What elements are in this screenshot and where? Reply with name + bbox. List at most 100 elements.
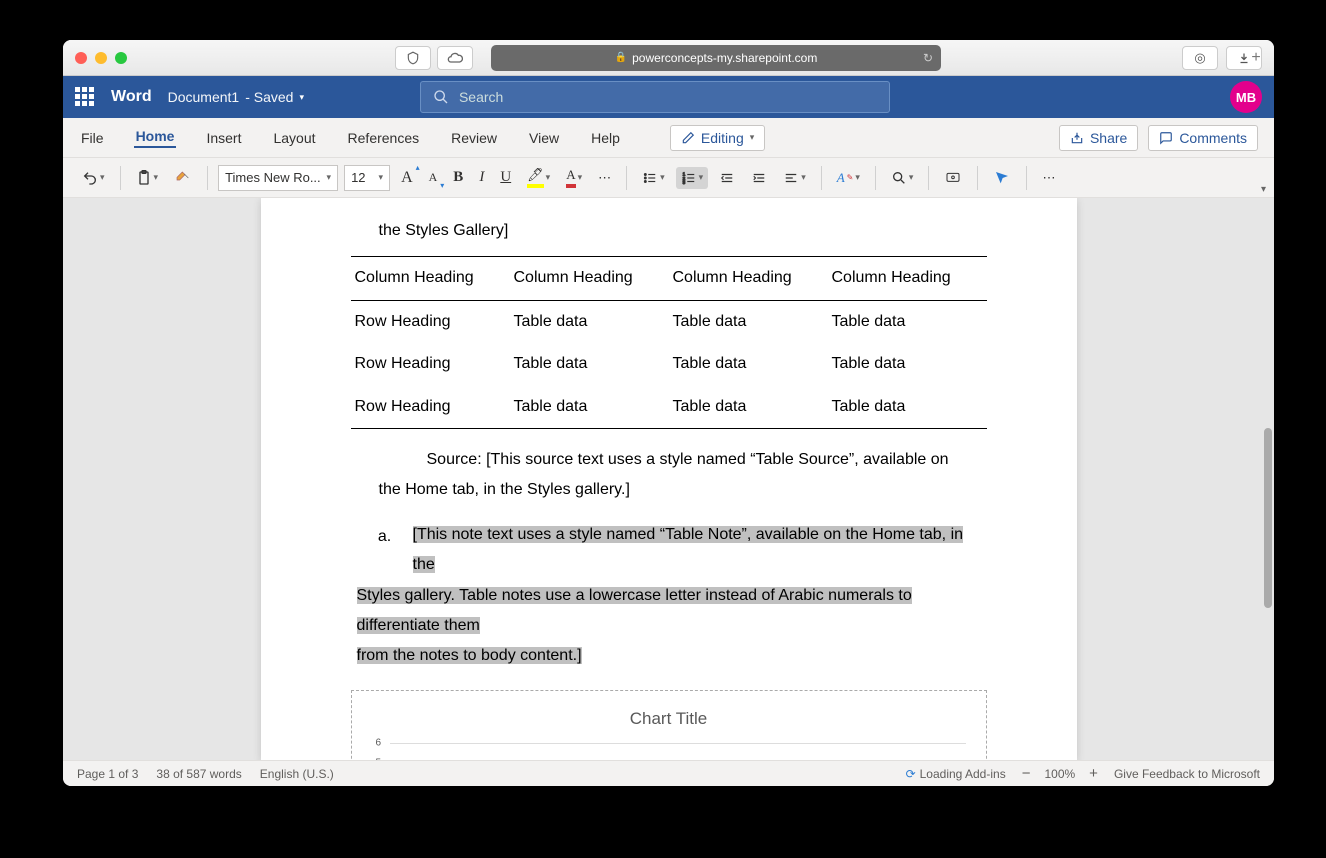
table-cell: Table data (669, 386, 828, 429)
paste-button[interactable]: ▾ (131, 165, 164, 191)
chart-plot-area: 23456 (390, 743, 966, 760)
comments-button[interactable]: Comments (1148, 125, 1258, 151)
font-family-select[interactable]: Times New Ro...▾ (218, 165, 338, 191)
italic-button[interactable]: I (474, 165, 489, 190)
tab-references[interactable]: References (346, 130, 422, 146)
app-window: 🔒 powerconcepts-my.sharepoint.com ↻ ◎ + … (63, 40, 1274, 786)
new-tab-button[interactable]: + (1244, 46, 1268, 70)
table-cell: Row Heading (351, 300, 510, 343)
bold-button[interactable]: B (448, 165, 468, 190)
zoom-control: − 100% + (1022, 765, 1098, 782)
url-host: powerconcepts-my.sharepoint.com (632, 51, 817, 65)
bar-group (806, 743, 898, 760)
app-name[interactable]: Word (111, 88, 152, 106)
table-note: a. [This note text uses a style named “T… (351, 520, 987, 581)
tab-help[interactable]: Help (589, 130, 622, 146)
bar-group (542, 743, 634, 760)
document-title-group[interactable]: Document1 - Saved ▾ (168, 89, 304, 105)
grow-font-button[interactable]: A▴ (396, 165, 418, 191)
shrink-font-button[interactable]: A▾ (424, 166, 443, 189)
search-input[interactable]: Search (420, 81, 890, 113)
highlight-button[interactable]: 🖊▾ (522, 163, 555, 192)
table-cell: Table data (510, 343, 669, 385)
table-cell: Row Heading (351, 343, 510, 385)
styles-button[interactable]: A✎▾ (832, 166, 865, 190)
chevron-down-icon: ▾ (750, 132, 755, 143)
numbering-button[interactable]: 123▾ (676, 167, 709, 189)
privacy-report-button[interactable] (395, 46, 431, 70)
table-row: Row HeadingTable dataTable dataTable dat… (351, 386, 987, 429)
url-bar[interactable]: 🔒 powerconcepts-my.sharepoint.com ↻ (491, 45, 941, 71)
app-launcher-icon[interactable] (75, 87, 95, 107)
table-cell: Table data (669, 300, 828, 343)
chart-object[interactable]: Chart Title 23456 (351, 690, 987, 760)
document-area[interactable]: the Styles Gallery] Column Heading Colum… (63, 198, 1274, 760)
tab-file[interactable]: File (79, 130, 106, 146)
dictate-button[interactable] (939, 166, 967, 190)
chevron-down-icon: ▾ (299, 92, 304, 103)
editing-mode-button[interactable]: Editing ▾ (670, 125, 765, 151)
reader-button[interactable]: ◎ (1182, 46, 1218, 70)
table-cell: Table data (828, 300, 987, 343)
ribbon-tabs: File Home Insert Layout References Revie… (63, 118, 1274, 158)
font-color-button[interactable]: A▾ (561, 163, 587, 192)
decrease-indent-button[interactable] (714, 167, 740, 189)
format-painter-button[interactable] (169, 166, 197, 190)
align-button[interactable]: ▾ (778, 167, 811, 189)
table-cell: Table data (669, 343, 828, 385)
close-window-button[interactable] (75, 52, 87, 64)
saved-label: - Saved (245, 89, 293, 105)
language-status[interactable]: English (U.S.) (260, 767, 334, 781)
font-size-select[interactable]: 12▾ (344, 165, 390, 191)
note-marker: a. (357, 520, 413, 552)
zoom-level[interactable]: 100% (1044, 767, 1075, 781)
tab-view[interactable]: View (527, 130, 561, 146)
underline-button[interactable]: U (495, 165, 516, 190)
bar-group (410, 743, 502, 760)
svg-text:3: 3 (682, 179, 685, 184)
table-source: Source: [This source text uses a style n… (351, 445, 987, 506)
table-header: Column Heading (510, 257, 669, 300)
increase-indent-button[interactable] (746, 167, 772, 189)
share-button[interactable]: Share (1059, 125, 1138, 151)
page-content[interactable]: the Styles Gallery] Column Heading Colum… (261, 198, 1077, 760)
search-placeholder: Search (459, 89, 503, 105)
tab-insert[interactable]: Insert (204, 130, 243, 146)
table-row: Row HeadingTable dataTable dataTable dat… (351, 343, 987, 385)
undo-button[interactable]: ▾ (77, 166, 110, 190)
table-cell: Row Heading (351, 386, 510, 429)
page-info[interactable]: Page 1 of 3 (77, 767, 138, 781)
avatar[interactable]: MB (1230, 81, 1262, 113)
browser-titlebar: 🔒 powerconcepts-my.sharepoint.com ↻ ◎ + (63, 40, 1274, 76)
collapse-ribbon-button[interactable]: ▾ (1261, 184, 1266, 195)
reload-icon[interactable]: ↻ (923, 51, 933, 65)
tab-layout[interactable]: Layout (271, 130, 317, 146)
status-bar: Page 1 of 3 38 of 587 words English (U.S… (63, 760, 1274, 786)
document-title: Document1 (168, 89, 240, 105)
bullets-button[interactable]: ▾ (637, 167, 670, 189)
table-cell: Table data (510, 300, 669, 343)
note-text-line2: Styles gallery. Table notes use a lowerc… (357, 587, 912, 634)
icloud-tabs-button[interactable] (437, 46, 473, 70)
minimize-window-button[interactable] (95, 52, 107, 64)
tab-home[interactable]: Home (134, 128, 177, 148)
word-count[interactable]: 38 of 587 words (156, 767, 241, 781)
y-tick-label: 6 (376, 733, 382, 752)
ribbon-toolbar: ▾ ▾ Times New Ro...▾ 12▾ A▴ A▾ B I U 🖊▾ … (63, 158, 1274, 198)
table-header: Column Heading (828, 257, 987, 300)
more-font-button[interactable]: ⋯ (593, 166, 616, 190)
designer-button[interactable] (988, 166, 1016, 190)
tab-review[interactable]: Review (449, 130, 499, 146)
feedback-link[interactable]: Give Feedback to Microsoft (1114, 767, 1260, 781)
scrollbar-thumb[interactable] (1264, 428, 1272, 608)
zoom-out-button[interactable]: − (1022, 765, 1031, 782)
table-header: Column Heading (669, 257, 828, 300)
maximize-window-button[interactable] (115, 52, 127, 64)
find-button[interactable]: ▾ (886, 166, 919, 190)
window-controls (75, 52, 127, 64)
addins-status: ⟳Loading Add-ins (906, 767, 1006, 781)
more-commands-button[interactable]: ⋯ (1037, 166, 1060, 190)
y-tick-label: 5 (376, 753, 382, 760)
word-header: Word Document1 - Saved ▾ Search MB (63, 76, 1274, 118)
zoom-in-button[interactable]: + (1089, 765, 1098, 782)
